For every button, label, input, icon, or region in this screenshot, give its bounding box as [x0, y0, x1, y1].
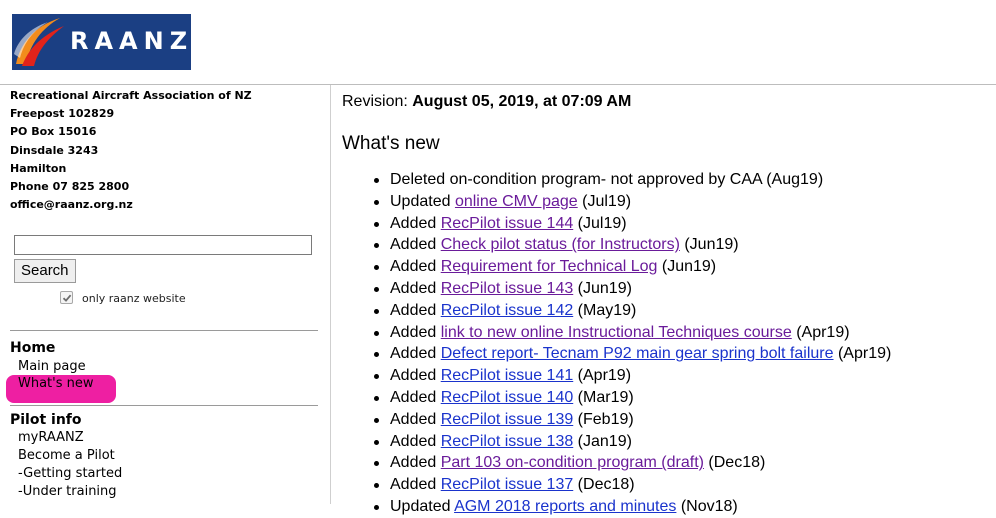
sidebar-divider	[10, 405, 318, 406]
news-item-text: Added	[390, 432, 441, 450]
revision-date: August 05, 2019, at 07:09 AM	[412, 93, 632, 110]
news-item: Added Defect report- Tecnam P92 main gea…	[373, 343, 892, 365]
news-item-date: (Mar19)	[573, 388, 634, 406]
news-item: Added Part 103 on-condition program (dra…	[373, 452, 891, 474]
news-item-text: Deleted on-condition program- not approv…	[390, 171, 824, 188]
only-raanz-label: only raanz website	[82, 292, 186, 305]
news-item: Added RecPilot issue 137 (Dec18)	[373, 474, 891, 496]
news-item-link[interactable]: RecPilot issue 140	[441, 389, 574, 406]
news-item-date: (May19)	[573, 301, 637, 319]
nav-heading-home: Home	[10, 340, 56, 356]
news-item-text: Added	[390, 258, 441, 276]
news-item-date: (Apr19)	[791, 323, 850, 341]
news-item-link[interactable]: Defect report- Tecnam P92 main gear spri…	[441, 345, 834, 362]
checkmark-icon	[62, 294, 72, 302]
news-item: Added RecPilot issue 143 (Jun19)	[373, 278, 891, 300]
swoosh-icon	[14, 18, 64, 66]
revision-label: Revision:	[342, 93, 413, 110]
top-banner: RAANZ	[0, 0, 996, 85]
news-item-text: Added	[390, 214, 441, 232]
org-line: Dinsdale 3243	[10, 143, 99, 157]
news-item-date: (Jul19)	[577, 192, 632, 210]
news-item-text: Added	[390, 367, 441, 385]
main-content: Revision: August 05, 2019, at 07:09 AM W…	[342, 85, 996, 515]
raanz-logo[interactable]: RAANZ	[12, 14, 191, 70]
news-item: Added RecPilot issue 138 (Jan19)	[373, 431, 891, 453]
news-item-date: (Apr19)	[573, 367, 632, 385]
news-item: Added RecPilot issue 141 (Apr19)	[373, 365, 891, 387]
org-line: PO Box 15016	[10, 125, 97, 139]
news-item-date: (Dec18)	[573, 476, 635, 494]
news-item-date: (Jan19)	[573, 432, 632, 450]
nav-myraanz[interactable]: myRAANZ	[18, 430, 84, 445]
news-item-text: Added	[390, 345, 441, 363]
org-line: Freepost 102829	[10, 107, 115, 121]
nav-whats-new[interactable]: What's new	[18, 376, 94, 391]
news-item-text: Added	[390, 323, 441, 341]
nav-getting-started[interactable]: -Getting started	[18, 466, 122, 481]
news-item-link[interactable]: Requirement for Technical Log	[441, 258, 658, 275]
news-item-date: (Jun19)	[679, 236, 739, 254]
news-item-link[interactable]: RecPilot issue 141	[441, 367, 574, 384]
news-item: Added RecPilot issue 144 (Jul19)	[373, 213, 891, 235]
search-button[interactable]: Search	[14, 259, 76, 283]
sidebar-divider	[10, 330, 318, 331]
news-item: Added link to new online Instructional T…	[373, 322, 891, 344]
org-line: Recreational Aircraft Association of NZ	[10, 89, 252, 102]
whats-new-list: Deleted on-condition program- not approv…	[373, 169, 892, 518]
revision-line: Revision: August 05, 2019, at 07:09 AM	[342, 93, 631, 111]
news-item-text: Updated	[390, 192, 455, 210]
news-item: Added Requirement for Technical Log (Jun…	[373, 256, 891, 278]
search-input[interactable]	[14, 235, 312, 255]
news-item-text: Updated	[390, 497, 455, 515]
logo-text: RAANZ	[70, 27, 191, 55]
news-item-text: Added	[390, 454, 441, 472]
organization-address: Recreational Aircraft Association of NZ …	[10, 87, 252, 214]
news-item-link[interactable]: AGM 2018 reports and minutes	[454, 498, 676, 515]
news-item: Added RecPilot issue 139 (Feb19)	[373, 409, 891, 431]
news-item-text: Added	[390, 476, 441, 494]
news-item-link[interactable]: RecPilot issue 144	[441, 215, 574, 232]
nav-main-page[interactable]: Main page	[18, 359, 86, 374]
nav-under-training[interactable]: -Under training	[18, 484, 117, 499]
news-item-date: (Dec18)	[703, 454, 766, 472]
news-item-link[interactable]: online CMV page	[455, 193, 578, 210]
nav-heading-pilot-info: Pilot info	[10, 412, 82, 428]
news-item: Added RecPilot issue 140 (Mar19)	[373, 387, 891, 409]
news-item-text: Added	[390, 301, 441, 319]
news-item-link[interactable]: Part 103 on-condition program (draft)	[441, 454, 704, 471]
news-item: Deleted on-condition program- not approv…	[373, 169, 891, 191]
news-item-link[interactable]: RecPilot issue 137	[441, 476, 574, 493]
sidebar: Recreational Aircraft Association of NZ …	[0, 85, 331, 504]
news-item-date: (Feb19)	[573, 410, 634, 428]
news-item-link[interactable]: Check pilot status (for Instructors)	[441, 236, 680, 253]
page-title: What's new	[342, 133, 440, 154]
news-item-date: (Apr19)	[833, 345, 892, 363]
org-email: office@raanz.org.nz	[10, 198, 133, 212]
news-item: Added Check pilot status (for Instructor…	[373, 234, 891, 256]
news-item-text: Added	[390, 236, 441, 254]
news-item-text: Added	[390, 410, 441, 428]
news-item-link[interactable]: RecPilot issue 142	[441, 302, 574, 319]
only-raanz-checkbox[interactable]	[60, 291, 73, 304]
news-item-link[interactable]: RecPilot issue 139	[441, 411, 574, 428]
news-item-text: Added	[390, 279, 441, 297]
news-item-date: (Jun19)	[657, 258, 717, 276]
news-item-link[interactable]: link to new online Instructional Techniq…	[441, 324, 792, 341]
news-item-text: Added	[390, 388, 441, 406]
org-line: Hamilton	[10, 161, 67, 175]
news-item-date: (Jun19)	[573, 279, 632, 297]
news-item-date: (Jul19)	[573, 214, 627, 232]
nav-become-a-pilot[interactable]: Become a Pilot	[18, 448, 115, 463]
news-item-link[interactable]: RecPilot issue 143	[441, 280, 574, 297]
news-item: Updated AGM 2018 reports and minutes (No…	[373, 496, 891, 518]
org-line: Phone 07 825 2800	[10, 180, 130, 194]
news-item: Updated online CMV page (Jul19)	[373, 191, 891, 213]
news-item-link[interactable]: RecPilot issue 138	[441, 433, 574, 450]
news-item-date: (Nov18)	[676, 497, 738, 515]
news-item: Added RecPilot issue 142 (May19)	[373, 300, 891, 322]
